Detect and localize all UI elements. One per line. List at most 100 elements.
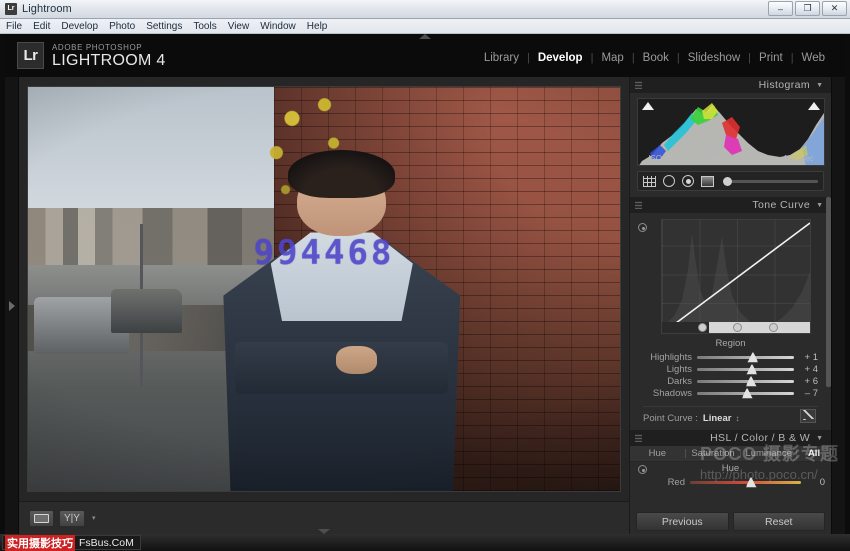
slider-handle-red[interactable]	[746, 477, 757, 488]
before-after-compare-button[interactable]: Y|Y	[59, 510, 85, 527]
chevron-down-icon[interactable]: ▼	[816, 82, 823, 89]
photo-stage[interactable]: 994468	[19, 77, 629, 501]
module-slideshow[interactable]: Slideshow	[680, 52, 748, 64]
slider-row-shadows: Shadows – 7	[637, 387, 824, 399]
slider-label-lights: Lights	[643, 364, 697, 375]
menu-item-help[interactable]: Help	[307, 21, 328, 32]
collapse-top-panel-arrow-icon[interactable]	[419, 34, 431, 39]
tab-luminance[interactable]: Luminance	[741, 448, 796, 459]
menu-item-file[interactable]: File	[6, 21, 22, 32]
panel-switch-icon[interactable]	[635, 201, 642, 209]
toolbar-caret-icon[interactable]: ▾	[92, 514, 96, 522]
module-picker: Library | Develop | Map | Book | Slidesh…	[476, 52, 833, 64]
photo-vignette	[28, 87, 620, 491]
menu-item-tools[interactable]: Tools	[193, 21, 216, 32]
product-line: LIGHTROOM 4	[52, 52, 166, 69]
lightroom-logo: Lr	[17, 42, 44, 69]
minimize-button[interactable]: –	[768, 1, 793, 16]
loupe-view-button[interactable]	[29, 510, 54, 527]
slider-track-darks[interactable]	[697, 380, 794, 383]
slider-value-lights[interactable]: + 4	[794, 364, 818, 375]
window-title: Lightroom	[22, 3, 72, 15]
shadow-clipping-indicator-icon[interactable]	[642, 102, 654, 110]
slider-label-red: Red	[636, 477, 690, 488]
tone-curve-panel-title: Tone Curve	[752, 199, 810, 211]
window-controls: – ❐ ✕	[768, 1, 847, 16]
reset-button[interactable]: Reset	[733, 512, 826, 531]
spot-removal-icon[interactable]	[663, 175, 675, 187]
tab-all[interactable]: All	[797, 448, 831, 459]
right-panel-scrollbar[interactable]	[826, 197, 831, 387]
region-split-handle-2[interactable]	[733, 323, 742, 332]
hsl-tab-bar: Hue Saturation Luminance All	[630, 446, 831, 462]
region-split-handle-1[interactable]	[698, 323, 707, 332]
menu-item-photo[interactable]: Photo	[109, 21, 135, 32]
tab-saturation[interactable]: Saturation	[686, 448, 741, 459]
graduated-filter-icon[interactable]	[701, 176, 714, 187]
slider-track-red[interactable]	[690, 481, 801, 484]
slider-value-darks[interactable]: + 6	[794, 376, 818, 387]
edit-point-curve-icon[interactable]	[800, 409, 816, 423]
slider-handle-highlights[interactable]	[747, 352, 758, 363]
slider-row-highlights: Highlights + 1	[637, 351, 824, 363]
slider-row-red-hue: Red 0	[630, 476, 831, 488]
histogram-panel-header[interactable]: Histogram ▼	[630, 77, 831, 93]
lr-app-icon: Lr	[5, 3, 17, 15]
slider-value-red[interactable]: 0	[801, 477, 825, 488]
histogram-body: ISO 640 35 mm f / 2.5 1/50 sec	[630, 93, 831, 166]
menu-item-develop[interactable]: Develop	[61, 21, 98, 32]
maximize-button[interactable]: ❐	[795, 1, 820, 16]
histogram-graph[interactable]: ISO 640 35 mm f / 2.5 1/50 sec	[637, 98, 825, 166]
point-curve-value[interactable]: Linear	[703, 413, 732, 424]
point-curve-dropdown-icon[interactable]: ↕	[735, 414, 739, 423]
chevron-down-icon[interactable]: ▼	[816, 202, 823, 209]
slider-handle-darks[interactable]	[746, 376, 757, 387]
module-map[interactable]: Map	[593, 52, 631, 64]
panel-switch-icon[interactable]	[635, 81, 642, 89]
menu-item-window[interactable]: Window	[260, 21, 296, 32]
taskbar-item-en-label: FsBus.CoM	[79, 537, 134, 549]
red-eye-icon[interactable]	[682, 175, 694, 187]
tone-curve-panel-header[interactable]: Tone Curve ▼	[630, 197, 831, 213]
tone-curve-graph[interactable]	[661, 219, 811, 334]
compare-view-label: Y|Y	[64, 513, 80, 524]
slider-track-highlights[interactable]	[697, 356, 794, 359]
expand-left-panel-arrow-icon[interactable]	[9, 301, 15, 311]
module-book[interactable]: Book	[635, 52, 677, 64]
brand-line: ADOBE PHOTOSHOP	[52, 43, 166, 52]
tool-size-slider[interactable]	[723, 180, 818, 183]
menu-item-view[interactable]: View	[228, 21, 250, 32]
slider-label-shadows: Shadows	[643, 388, 697, 399]
module-web[interactable]: Web	[794, 52, 833, 64]
tab-hue[interactable]: Hue	[630, 448, 685, 459]
module-print[interactable]: Print	[751, 52, 791, 64]
chevron-down-icon[interactable]: ▼	[816, 435, 823, 442]
module-develop[interactable]: Develop	[530, 52, 591, 64]
slider-track-shadows[interactable]	[697, 392, 794, 395]
slider-label-highlights: Highlights	[643, 352, 697, 363]
slider-handle-shadows[interactable]	[742, 388, 753, 399]
slider-value-highlights[interactable]: + 1	[794, 352, 818, 363]
slider-value-shadows[interactable]: – 7	[794, 388, 818, 399]
tone-curve-line[interactable]	[662, 220, 811, 334]
photo-preview[interactable]: 994468	[28, 87, 620, 491]
target-adjust-icon[interactable]	[638, 465, 647, 474]
close-button[interactable]: ✕	[822, 1, 847, 16]
panel-switch-icon[interactable]	[635, 434, 642, 442]
left-panel-collapsed-strip[interactable]	[5, 77, 19, 534]
hsl-panel-header[interactable]: HSL / Color / B & W ▼	[630, 430, 831, 446]
menu-item-edit[interactable]: Edit	[33, 21, 50, 32]
region-split-handle-3[interactable]	[769, 323, 778, 332]
identity-plate[interactable]: Lr ADOBE PHOTOSHOP LIGHTROOM 4	[17, 42, 166, 69]
right-edge-strip[interactable]	[831, 77, 845, 534]
exif-shutter-speed: 1/50 sec	[783, 154, 813, 163]
previous-button[interactable]: Previous	[636, 512, 729, 531]
slider-handle-lights[interactable]	[746, 364, 757, 375]
highlight-clipping-indicator-icon[interactable]	[808, 102, 820, 110]
slider-track-lights[interactable]	[697, 368, 794, 371]
menu-item-settings[interactable]: Settings	[146, 21, 182, 32]
crop-overlay-icon[interactable]	[643, 176, 656, 187]
taskbar-item[interactable]: 实用摄影技巧 FsBus.CoM	[2, 535, 141, 550]
target-adjust-icon[interactable]	[638, 223, 647, 232]
module-library[interactable]: Library	[476, 52, 527, 64]
